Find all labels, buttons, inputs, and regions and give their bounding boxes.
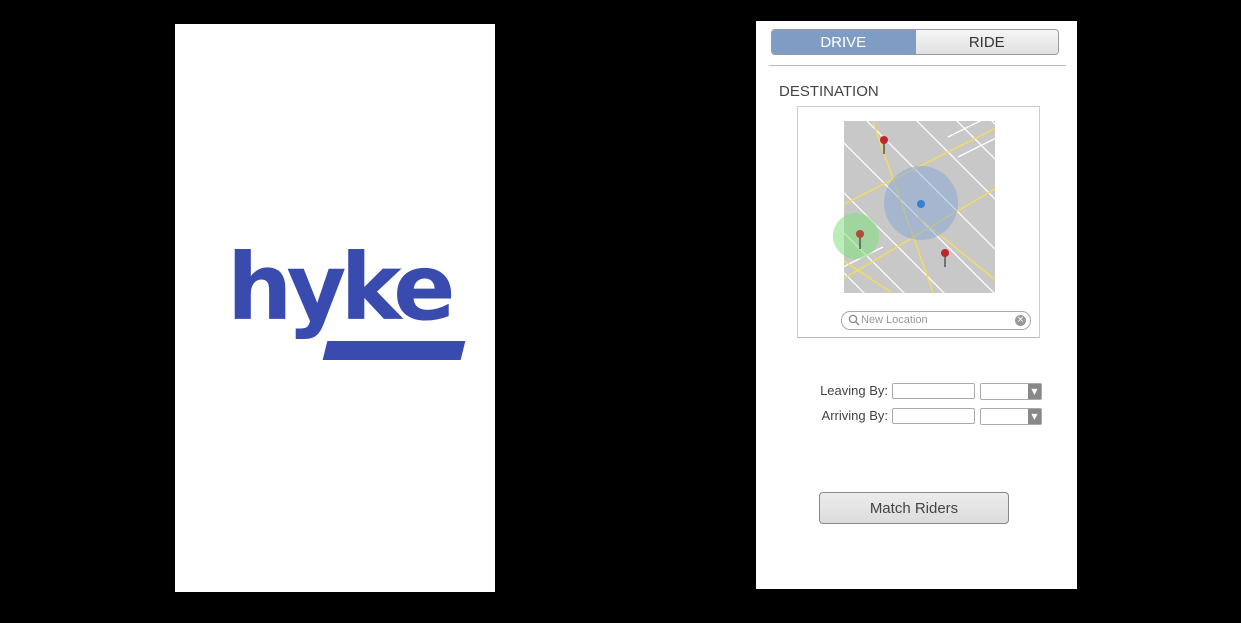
arriving-time-input[interactable] — [892, 408, 975, 424]
chevron-down-icon: ▼ — [1028, 384, 1041, 399]
arriving-label: Arriving By: — [821, 408, 888, 423]
hyke-logo: hyke — [227, 242, 467, 366]
drive-ride-toggle: DRIVE RIDE — [771, 29, 1059, 55]
drive-screen: DRIVE RIDE DESTINATION New Location × Le… — [756, 21, 1077, 589]
chevron-down-icon: ▼ — [1028, 409, 1041, 424]
tab-ride[interactable]: RIDE — [915, 30, 1058, 54]
clear-icon[interactable]: × — [1015, 315, 1026, 326]
splash-screen: hyke — [175, 24, 495, 592]
location-search[interactable]: × — [841, 311, 1031, 330]
header-divider — [769, 65, 1066, 66]
destination-title: DESTINATION — [779, 83, 879, 100]
logo-underline — [322, 341, 466, 360]
current-location-dot — [917, 200, 925, 208]
leaving-period-select[interactable]: ▼ — [980, 383, 1042, 400]
destination-map-panel: × — [797, 106, 1040, 338]
search-icon — [848, 314, 860, 326]
logo-text: hyke — [227, 234, 456, 341]
match-riders-button[interactable]: Match Riders — [819, 492, 1009, 524]
arriving-period-select[interactable]: ▼ — [980, 408, 1042, 425]
leaving-label: Leaving By: — [820, 383, 888, 398]
leaving-time-input[interactable] — [892, 383, 975, 399]
selected-area — [833, 213, 879, 259]
map[interactable] — [798, 107, 1039, 337]
new-location-input[interactable] — [861, 313, 1006, 327]
tab-drive[interactable]: DRIVE — [772, 30, 916, 54]
